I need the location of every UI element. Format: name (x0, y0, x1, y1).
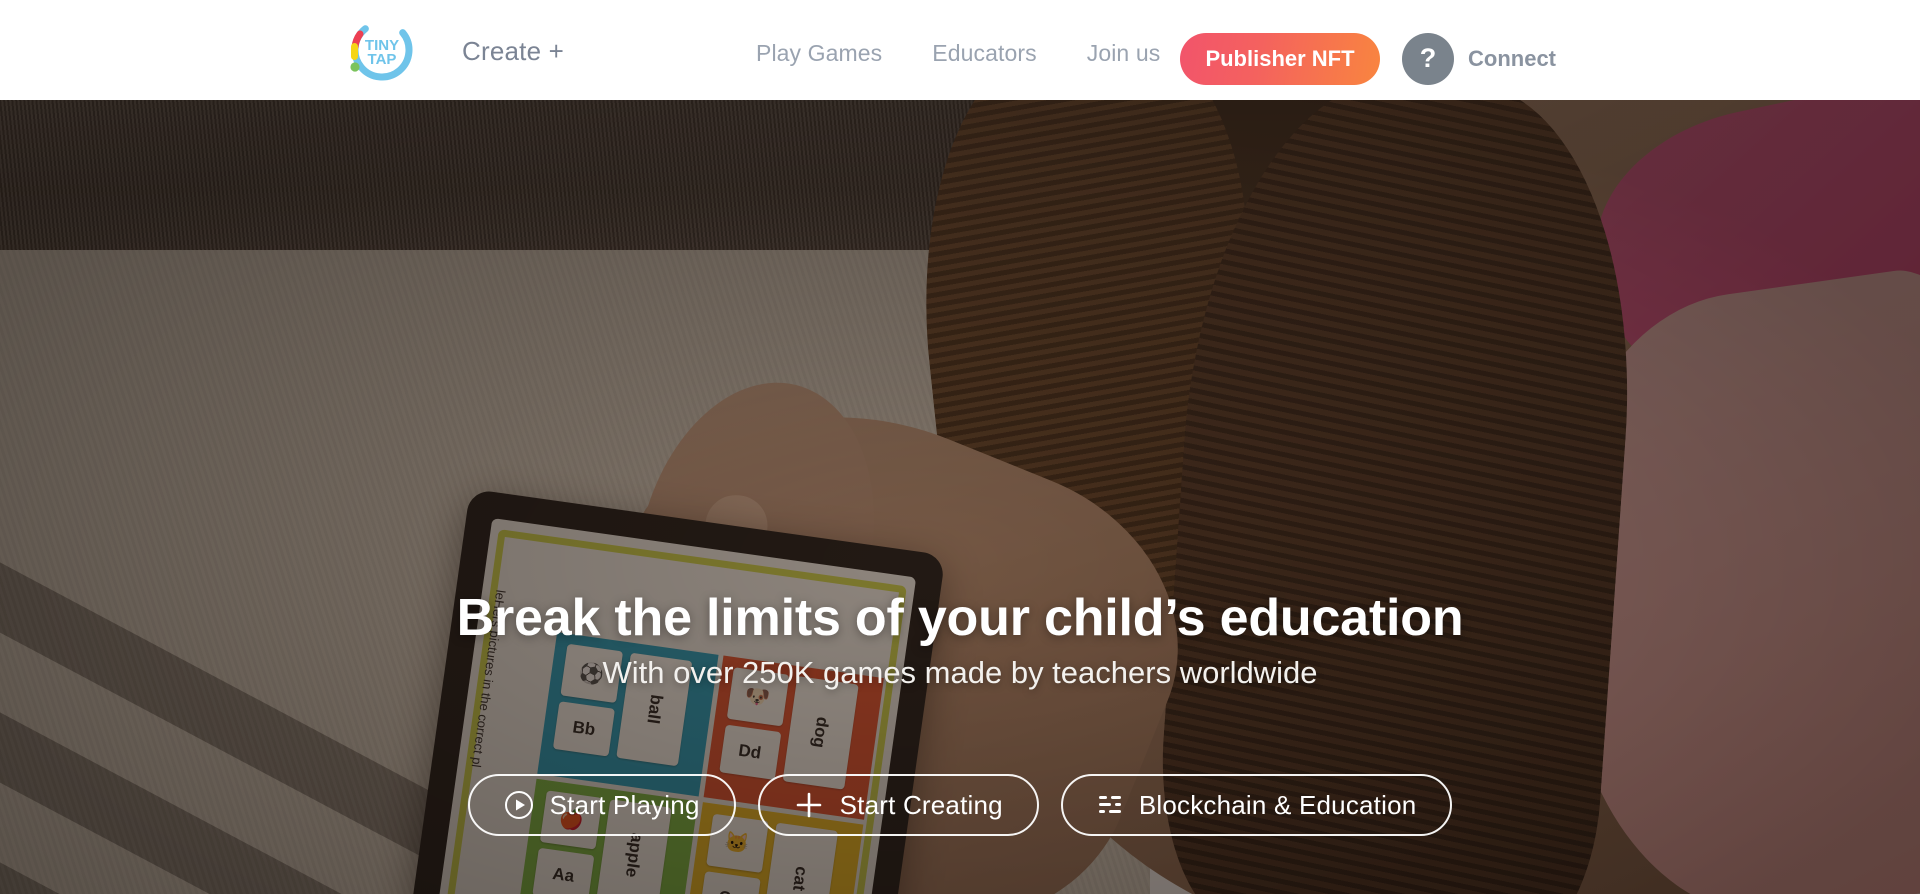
plus-icon (794, 790, 824, 820)
nav-item-create[interactable]: Create + (462, 36, 564, 67)
start-creating-label: Start Creating (839, 789, 1003, 820)
page-title: Break the limits of your child’s educati… (456, 589, 1464, 647)
logo-text-tap: TAP (368, 51, 397, 68)
nav-item-educators[interactable]: Educators (932, 40, 1036, 67)
page-subtitle: With over 250K games made by teachers wo… (602, 655, 1318, 690)
site-header: TINY TAP Create + Play Games Educators J… (0, 0, 1920, 100)
start-creating-button[interactable]: Start Creating (757, 774, 1039, 836)
question-mark-icon: ? (1419, 43, 1437, 73)
hero-section: leHers pictures in the correct pl ⚽ Bb b… (0, 100, 1920, 894)
primary-nav: Play Games Educators Join us (756, 40, 1160, 67)
list-settings-icon (1097, 792, 1123, 818)
tinytap-logo[interactable]: TINY TAP (330, 14, 426, 86)
start-playing-label: Start Playing (549, 789, 700, 820)
tinytap-logo-icon: TINY TAP (350, 19, 413, 81)
blockchain-education-label: Blockchain & Education (1138, 789, 1417, 820)
play-circle-icon (504, 790, 534, 820)
nav-item-play-games[interactable]: Play Games (756, 40, 882, 67)
start-playing-button[interactable]: Start Playing (467, 774, 736, 836)
publisher-nft-label: Publisher NFT (1205, 46, 1355, 71)
connect-label: Connect (1468, 46, 1556, 71)
connect-wallet-button[interactable]: ? Connect (1402, 33, 1556, 85)
publisher-nft-button[interactable]: Publisher NFT (1180, 33, 1380, 85)
hero-content: Break the limits of your child’s educati… (0, 100, 1920, 894)
nav-item-join-us[interactable]: Join us (1087, 40, 1161, 67)
blockchain-education-button[interactable]: Blockchain & Education (1060, 774, 1453, 836)
hero-cta-row: Start Playing Start Creating Blockchain … (0, 774, 1920, 836)
avatar: ? (1402, 33, 1454, 85)
